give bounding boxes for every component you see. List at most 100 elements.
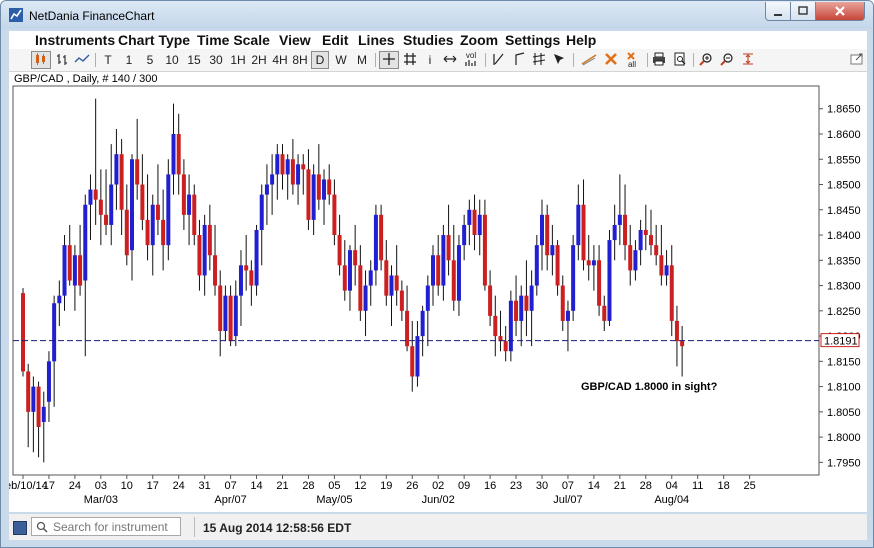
candle-up (150, 204, 155, 246)
candle-down (337, 235, 342, 266)
candle-up (462, 224, 467, 246)
timescale-5m[interactable]: 5 (144, 52, 156, 68)
timescale-15m[interactable]: 15 (185, 52, 203, 68)
info-button[interactable]: i (425, 52, 435, 68)
candle-down (623, 214, 628, 246)
zoom-out-button[interactable] (719, 52, 735, 68)
candle-down (104, 214, 109, 225)
ray-tool[interactable] (511, 52, 527, 68)
x-tick-label: 14 (588, 480, 600, 492)
timescale-monthly[interactable]: M (354, 52, 370, 68)
instrument-search-field[interactable]: Search for instrument (31, 517, 181, 536)
timescale-30m[interactable]: 30 (207, 52, 225, 68)
candle-down (301, 164, 306, 170)
grid-button[interactable] (402, 52, 418, 68)
y-tick-label: 1.8400 (827, 230, 861, 242)
crosshair-button[interactable] (379, 51, 399, 69)
bar-chart-button[interactable] (55, 52, 71, 68)
candle-up (550, 245, 555, 256)
draw-line-tool[interactable] (581, 52, 597, 68)
timescale-1h[interactable]: 1H (229, 52, 247, 68)
close-button[interactable] (815, 2, 865, 21)
candle-down (410, 346, 415, 377)
volume-label: vol (465, 51, 477, 60)
candle-down (493, 315, 498, 337)
candle-down (602, 305, 607, 321)
print-preview-icon (674, 52, 686, 66)
candle-down (145, 219, 150, 246)
delete-all-label: all (627, 60, 636, 69)
volume-bars-icon (465, 60, 476, 66)
timescale-8h[interactable]: 8H (291, 52, 309, 68)
timescale-4h[interactable]: 4H (271, 52, 289, 68)
y-tick-label: 1.7950 (827, 457, 861, 469)
timescale-tick[interactable]: T (102, 52, 114, 68)
price-chart[interactable]: 1.79501.80001.80501.81001.81501.82001.82… (1, 72, 867, 512)
zoom-in-button[interactable] (698, 52, 714, 68)
candle-down (514, 300, 519, 321)
x-tick-label: 28 (302, 480, 314, 492)
fit-scale-button[interactable] (740, 52, 756, 68)
x-month-label: Jul/07 (553, 494, 582, 506)
x-tick-label: 10 (121, 480, 133, 492)
line-chart-button[interactable] (73, 52, 91, 68)
candle-up (347, 250, 352, 291)
candle-up (52, 303, 57, 362)
menu-studies[interactable]: Studies (403, 32, 454, 48)
candle-down (654, 245, 659, 256)
detach-panel-button[interactable] (849, 52, 865, 68)
candle-down (207, 224, 212, 256)
candle-up (166, 174, 171, 246)
minimize-button[interactable] (765, 2, 791, 21)
timescale-10m[interactable]: 10 (163, 52, 181, 68)
maximize-button[interactable] (790, 2, 816, 21)
menu-edit[interactable]: Edit (322, 32, 348, 48)
candlestick-chart-button[interactable] (31, 51, 51, 69)
candle-down (124, 209, 129, 256)
candle-down (472, 209, 477, 236)
delete-object-button[interactable] (603, 52, 619, 68)
channel-tool[interactable] (531, 52, 547, 68)
x-month-label: Jun/02 (422, 494, 455, 506)
menu-help[interactable]: Help (566, 32, 596, 48)
scroll-button[interactable] (442, 52, 458, 68)
menu-view[interactable]: View (279, 32, 311, 48)
print-preview-button[interactable] (672, 52, 688, 68)
menu-zoom[interactable]: Zoom (460, 32, 498, 48)
x-tick-label: 17 (43, 480, 55, 492)
pointer-tool[interactable] (551, 52, 567, 68)
candle-up (275, 154, 280, 175)
candle-down (176, 133, 181, 175)
menu-time-scale[interactable]: Time Scale (197, 32, 270, 48)
candle-up (129, 159, 134, 251)
candle-down (332, 194, 337, 236)
timescale-weekly[interactable]: W (333, 52, 349, 68)
volume-button[interactable]: vol (461, 52, 481, 68)
candle-down (581, 204, 586, 261)
chart-annotation: GBP/CAD 1.8000 in sight? (581, 381, 718, 393)
menu-chart-type[interactable]: Chart Type (118, 32, 190, 48)
candlestick-icon (36, 53, 45, 65)
toolbar: T 1 5 10 15 30 1H 2H 4H 8H D W M i vol a… (9, 49, 867, 72)
menu-lines[interactable]: Lines (358, 32, 395, 48)
timescale-1m[interactable]: 1 (123, 52, 135, 68)
timescale-daily[interactable]: D (311, 51, 329, 69)
candle-down (213, 255, 218, 286)
delete-all-button[interactable]: all (623, 52, 641, 69)
menu-settings[interactable]: Settings (505, 32, 560, 48)
candle-up (83, 204, 88, 281)
candle-down (586, 260, 591, 266)
candle-up (456, 245, 461, 301)
candle-up (88, 189, 93, 205)
search-icon (36, 521, 48, 533)
trendline-tool[interactable] (491, 52, 507, 68)
chart-title: GBP/CAD , Daily, # 140 / 300 (14, 73, 157, 85)
toolbar-separator (573, 53, 574, 67)
timescale-2h[interactable]: 2H (250, 52, 268, 68)
trendline-icon (493, 53, 504, 65)
candle-down (674, 320, 679, 342)
candle-down (327, 179, 332, 195)
menu-instruments[interactable]: Instruments (35, 32, 115, 48)
candle-up (612, 224, 617, 241)
print-button[interactable] (651, 52, 667, 68)
